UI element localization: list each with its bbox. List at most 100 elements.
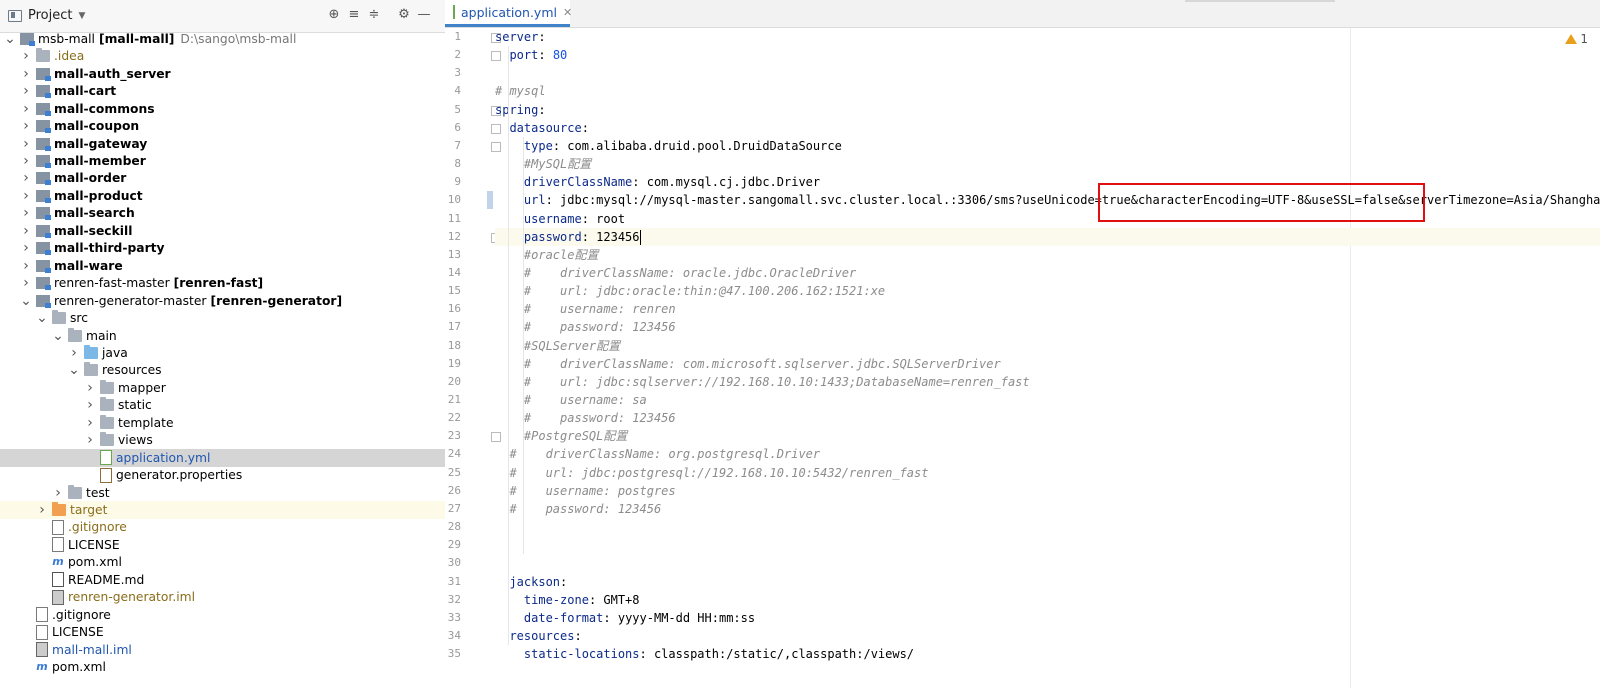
chevron-right-icon[interactable]: › — [20, 258, 32, 274]
chevron-right-icon[interactable]: › — [84, 415, 96, 431]
tree-item[interactable]: › mall-order — [0, 170, 445, 188]
tree-item[interactable]: m pom.xml — [0, 658, 445, 676]
code-line[interactable]: spring: — [495, 101, 546, 120]
code-line[interactable]: # driverClassName: org.postgresql.Driver — [495, 445, 820, 464]
tree-item[interactable]: › views — [0, 431, 445, 449]
tree-item[interactable]: ⌄ main — [0, 327, 445, 345]
code-line[interactable]: # driverClassName: com.microsoft.sqlserv… — [495, 355, 1001, 374]
tree-item[interactable]: m pom.xml — [0, 554, 445, 572]
tree-item[interactable]: LICENSE — [0, 623, 445, 641]
tree-item[interactable]: › mall-third-party — [0, 239, 445, 257]
tree-item[interactable]: › mall-member — [0, 152, 445, 170]
tree-item[interactable]: application.yml — [0, 448, 445, 467]
collapse-all-icon[interactable]: ≑ — [366, 7, 382, 23]
chevron-right-icon[interactable]: › — [84, 397, 96, 413]
code-line[interactable]: driverClassName: com.mysql.cj.jdbc.Drive… — [495, 173, 820, 192]
code-line[interactable]: # password: 123456 — [495, 500, 661, 519]
code-area[interactable]: server: port: 80 # mysql spring: datasourc… — [495, 28, 1600, 688]
chevron-right-icon[interactable]: › — [20, 240, 32, 256]
tree-item[interactable]: .gitignore — [0, 606, 445, 624]
code-line[interactable]: # driverClassName: oracle.jdbc.OracleDri… — [495, 264, 856, 283]
close-icon[interactable]: ✕ — [563, 6, 572, 19]
code-line[interactable]: datasource: — [495, 119, 588, 138]
tree-item[interactable]: › mall-seckill — [0, 222, 445, 240]
tree-item[interactable]: › test — [0, 484, 445, 502]
tree-item[interactable]: › mall-search — [0, 205, 445, 223]
tree-item[interactable]: README.md — [0, 571, 445, 589]
chevron-right-icon[interactable]: › — [84, 432, 96, 448]
tree-item[interactable]: › mall-product — [0, 187, 445, 205]
tree-item[interactable]: mall-mall.iml — [0, 641, 445, 659]
tree-item[interactable]: › renren-fast-master [renren-fast] — [0, 274, 445, 292]
tree-item[interactable]: › mall-cart — [0, 82, 445, 100]
chevron-right-icon[interactable]: › — [20, 170, 32, 186]
chevron-right-icon[interactable]: › — [20, 153, 32, 169]
chevron-right-icon[interactable]: › — [20, 275, 32, 291]
chevron-down-icon[interactable]: ⌄ — [52, 328, 64, 344]
project-view-selector[interactable]: Project ▼ — [8, 8, 85, 23]
code-line[interactable]: # url: jdbc:oracle:thin:@47.100.206.162:… — [495, 282, 885, 301]
tree-item[interactable]: › target — [0, 501, 445, 519]
code-line[interactable]: #PostgreSQL配置 — [495, 427, 627, 446]
tree-item[interactable]: › template — [0, 414, 445, 432]
chevron-down-icon[interactable]: ⌄ — [4, 31, 16, 47]
chevron-right-icon[interactable]: › — [84, 380, 96, 396]
code-line[interactable]: # mysql — [495, 82, 546, 101]
code-line[interactable]: #MySQL配置 — [495, 155, 591, 174]
inspection-widget[interactable]: 1 — [1565, 32, 1588, 46]
code-line[interactable]: # url: jdbc:sqlserver://192.168.10.10:14… — [495, 373, 1030, 392]
change-marker[interactable] — [487, 191, 493, 210]
chevron-right-icon[interactable]: › — [20, 188, 32, 204]
tree-item[interactable]: › static — [0, 396, 445, 414]
tree-item[interactable]: ⌄ resources — [0, 362, 445, 380]
code-line[interactable]: time-zone: GMT+8 — [495, 591, 640, 610]
chevron-down-icon[interactable]: ⌄ — [36, 310, 48, 326]
code-line[interactable]: password: 123456 — [495, 227, 1600, 247]
tree-item[interactable]: › mall-ware — [0, 257, 445, 275]
tree-item[interactable]: ⌄ src — [0, 309, 445, 327]
expand-all-icon[interactable]: ≡ — [346, 7, 362, 23]
chevron-down-icon[interactable]: ⌄ — [20, 293, 32, 309]
chevron-right-icon[interactable]: › — [52, 485, 64, 501]
tree-item[interactable]: renren-generator.iml — [0, 588, 445, 606]
tree-item[interactable]: .gitignore — [0, 519, 445, 537]
hide-icon[interactable]: — — [416, 7, 432, 23]
tree-item[interactable]: › mapper — [0, 379, 445, 397]
tree-item[interactable]: LICENSE — [0, 536, 445, 554]
code-line[interactable]: # url: jdbc:postgresql://192.168.10.10:5… — [495, 464, 928, 483]
locate-icon[interactable]: ⊕ — [326, 7, 342, 23]
code-line[interactable]: url: jdbc:mysql://mysql-master.sangomall… — [495, 191, 1600, 210]
code-line[interactable]: server: — [495, 28, 546, 47]
code-line[interactable]: port: 80 — [495, 46, 567, 65]
code-line[interactable]: username: root — [495, 210, 625, 229]
gear-icon[interactable]: ⚙ — [396, 7, 412, 23]
tree-item[interactable]: ⌄ renren-generator-master [renren-generato… — [0, 292, 445, 310]
chevron-right-icon[interactable]: › — [20, 101, 32, 117]
tree-item[interactable]: › mall-coupon — [0, 117, 445, 135]
chevron-right-icon[interactable]: › — [20, 205, 32, 221]
tree-item[interactable]: › .idea — [0, 47, 445, 65]
code-line[interactable]: # username: sa — [495, 391, 647, 410]
tree-item[interactable]: › mall-auth_server — [0, 65, 445, 83]
tab-application-yml[interactable]: application.yml ✕ — [445, 0, 572, 27]
chevron-right-icon[interactable]: › — [68, 345, 80, 361]
chevron-right-icon[interactable]: › — [20, 118, 32, 134]
code-line[interactable]: jackson: — [495, 573, 567, 592]
chevron-right-icon[interactable]: › — [20, 48, 32, 64]
tree-item[interactable]: › mall-gateway — [0, 135, 445, 153]
code-line[interactable]: date-format: yyyy-MM-dd HH:mm:ss — [495, 609, 755, 628]
tree-item[interactable]: ⌄ msb-mall [mall-mall] D:\sango\msb-mall — [0, 30, 445, 48]
chevron-down-icon[interactable]: ⌄ — [68, 362, 80, 378]
chevron-right-icon[interactable]: › — [20, 66, 32, 82]
tree-item[interactable]: › java — [0, 344, 445, 362]
code-line[interactable]: static-locations: classpath:/static/,cla… — [495, 645, 914, 664]
chevron-right-icon[interactable]: › — [20, 83, 32, 99]
tree-item[interactable]: › mall-commons — [0, 100, 445, 118]
code-line[interactable]: #SQLServer配置 — [495, 337, 620, 356]
chevron-right-icon[interactable]: › — [20, 136, 32, 152]
code-line[interactable]: type: com.alibaba.druid.pool.DruidDataSo… — [495, 137, 842, 156]
chevron-right-icon[interactable]: › — [36, 502, 48, 518]
chevron-right-icon[interactable]: › — [20, 223, 32, 239]
tree-item[interactable]: generator.properties — [0, 466, 445, 484]
code-line[interactable]: #oracle配置 — [495, 246, 599, 265]
